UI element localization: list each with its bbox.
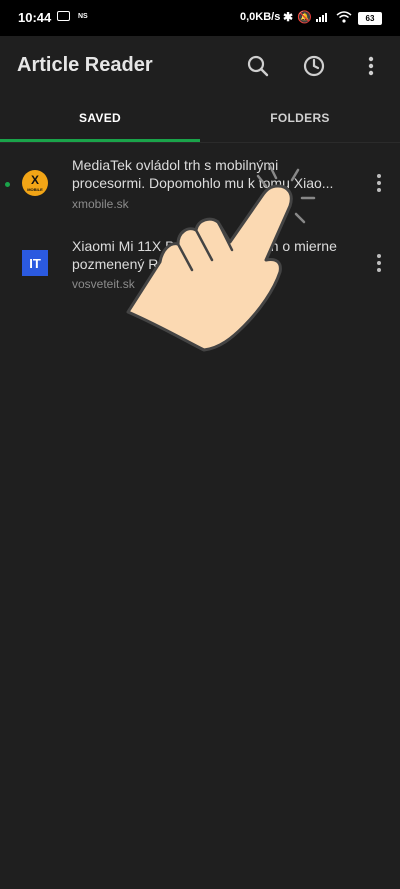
network-speed: 0,0KB/s	[240, 11, 281, 23]
xmobile-logo-subtext: MOBILE	[27, 187, 43, 192]
more-vert-icon	[368, 56, 374, 76]
xmobile-logo-letter: X	[31, 173, 39, 187]
search-button[interactable]	[244, 52, 272, 80]
item-more-button[interactable]	[370, 172, 388, 194]
item-more-button[interactable]	[370, 252, 388, 274]
battery-indicator: 63	[358, 12, 382, 25]
ns-label: NS	[78, 13, 88, 20]
tab-folders[interactable]: FOLDERS	[200, 96, 400, 140]
signal-icon	[316, 13, 327, 22]
wifi-icon	[336, 11, 352, 23]
xmobile-logo-icon: X MOBILE	[22, 170, 48, 196]
message-icon	[57, 11, 70, 21]
unread-indicator	[5, 182, 10, 187]
history-button[interactable]	[300, 52, 328, 80]
vosveteit-logo-letters: IT	[29, 256, 41, 271]
app-title: Article Reader	[17, 54, 153, 76]
tab-saved[interactable]: SAVED	[0, 96, 200, 140]
bell-muted-icon: 🔕	[297, 10, 312, 24]
overflow-menu-button[interactable]	[357, 52, 385, 80]
app-bar: Article Reader	[0, 36, 400, 96]
history-icon	[303, 55, 325, 77]
vosveteit-logo-icon: IT	[22, 250, 48, 276]
status-time: 10:44	[18, 10, 52, 25]
tap-hint-hand-icon	[126, 164, 316, 352]
bluetooth-icon: ✱	[283, 10, 294, 24]
tab-bar: SAVED FOLDERS	[0, 96, 400, 143]
search-icon	[247, 55, 269, 77]
tab-indicator	[0, 139, 200, 142]
status-bar: 10:44 NS 0,0KB/s ✱ 🔕 63	[0, 0, 400, 36]
